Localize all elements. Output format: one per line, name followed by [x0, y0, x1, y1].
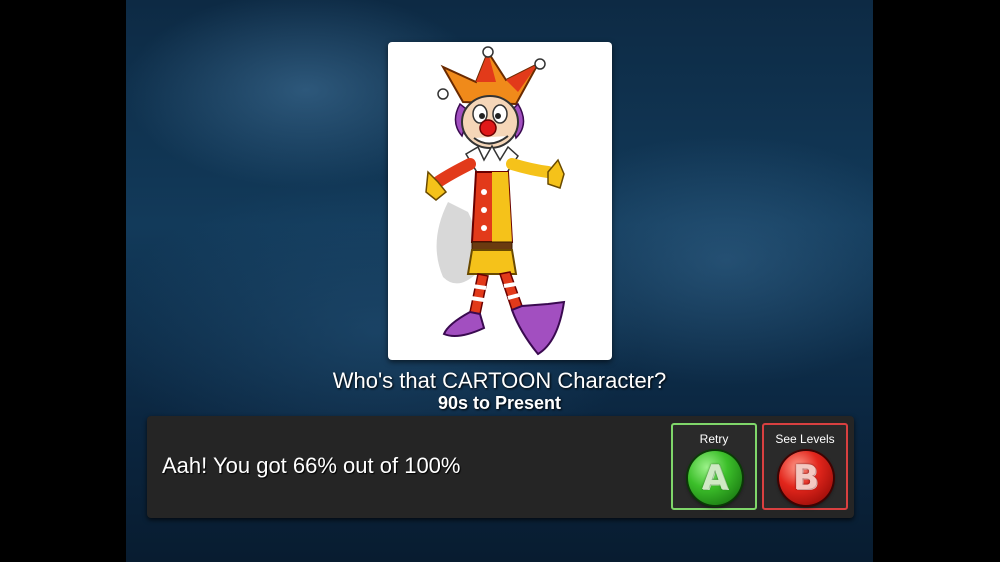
category-subtitle: 90s to Present: [437, 393, 562, 413]
a-button-icon: A: [688, 451, 742, 505]
jester-clown-illustration: [425, 46, 566, 356]
retry-label: Retry: [699, 432, 729, 446]
see-levels-button[interactable]: See Levels B: [762, 423, 848, 510]
question-title: Who's that CARTOON Character?: [332, 368, 667, 393]
retry-button[interactable]: Retry A: [671, 423, 757, 510]
a-key-label: A: [701, 458, 729, 498]
see-levels-label: See Levels: [775, 432, 835, 446]
character-image-card: [388, 42, 612, 360]
result-message: Aah! You got 66% out of 100%: [162, 453, 461, 478]
b-key-label: B: [793, 458, 819, 498]
b-button-icon: B: [779, 451, 833, 505]
